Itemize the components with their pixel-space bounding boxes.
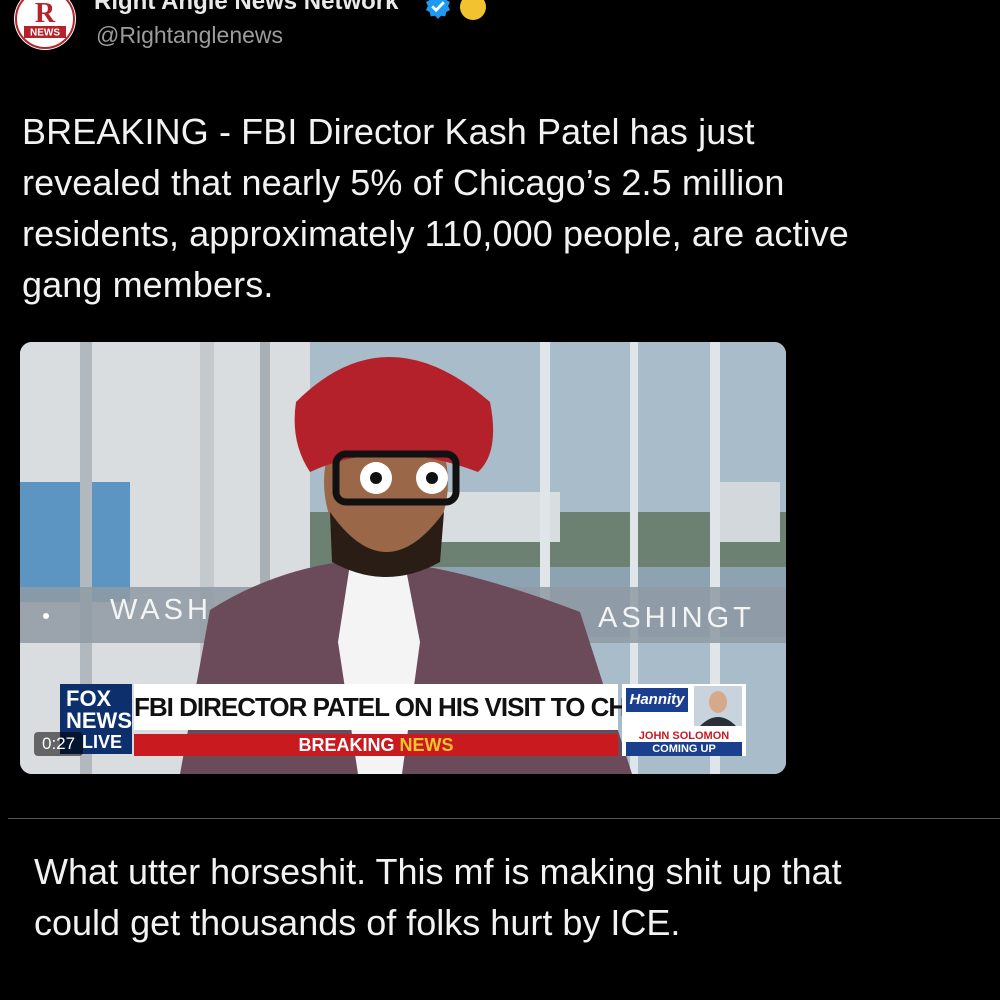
comment-text-line: What utter horseshit. This mf is making … bbox=[34, 851, 842, 892]
author-handle[interactable]: @Rightanglenews bbox=[96, 22, 283, 49]
chyron-breaking-news: BREAKING NEWS bbox=[134, 734, 618, 756]
tweet-text-line: BREAKING - FBI Director Kash Patel has j… bbox=[22, 111, 755, 152]
breaking-label: BREAKING bbox=[298, 735, 395, 755]
video-timestamp: 0:27 bbox=[34, 732, 84, 756]
guest-photo bbox=[694, 686, 742, 726]
logo-line: NEWS bbox=[66, 708, 132, 733]
comment-text: What utter horseshit. This mf is making … bbox=[34, 846, 994, 948]
tweet-text-line: revealed that nearly 5% of Chicago’s 2.5… bbox=[22, 162, 785, 203]
author-display-name[interactable]: Right Angle News Network bbox=[94, 0, 398, 16]
backdrop-text-right: ASHINGT bbox=[598, 602, 755, 634]
coming-up-label: COMING UP bbox=[626, 742, 742, 756]
tweet-header: R NEWS Right Angle News Network @Rightan… bbox=[0, 0, 1000, 60]
svg-text:R: R bbox=[35, 0, 56, 29]
gold-circle-icon bbox=[460, 0, 486, 20]
logo-line: LIVE bbox=[82, 732, 123, 752]
tweet-text-line: residents, approximately 110,000 people,… bbox=[22, 213, 849, 254]
divider bbox=[8, 818, 1000, 819]
chyron-headline: FBI DIRECTOR PATEL ON HIS VISIT TO CHICA… bbox=[134, 684, 707, 730]
video-player[interactable]: WASH ASHINGT FOX NEWS LIVE FBI DIRECTOR … bbox=[20, 342, 786, 774]
verified-badge-icon bbox=[425, 0, 451, 19]
tweet-text: BREAKING - FBI Director Kash Patel has j… bbox=[22, 106, 987, 310]
backdrop-text-left: WASH bbox=[110, 594, 212, 626]
author-avatar[interactable]: R NEWS bbox=[14, 0, 76, 50]
svg-text:NEWS: NEWS bbox=[30, 28, 60, 39]
show-logo: Hannity bbox=[626, 688, 688, 712]
news-label: NEWS bbox=[399, 735, 454, 755]
right-angle-news-logo: R NEWS bbox=[15, 0, 75, 49]
tweet-text-line: gang members. bbox=[22, 264, 274, 305]
promo-box: Hannity JOHN SOLOMON COMING UP bbox=[622, 684, 746, 756]
comment-text-line: could get thousands of folks hurt by ICE… bbox=[34, 902, 681, 943]
guest-name: JOHN SOLOMON bbox=[638, 730, 730, 742]
